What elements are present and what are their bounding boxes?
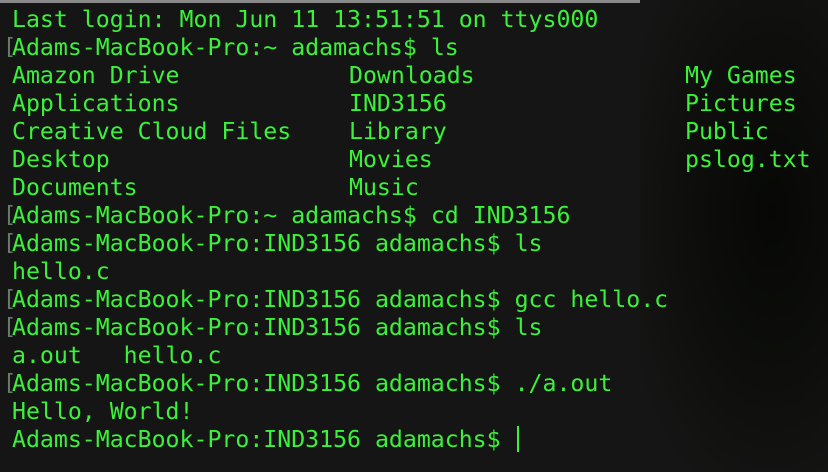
text-cursor xyxy=(516,426,519,452)
terminal-output[interactable]: Last login: Mon Jun 11 13:51:51 on ttys0… xyxy=(3,6,811,454)
ls-entry: Movies xyxy=(349,146,433,173)
prompt-line: [Adams-MacBook-Pro:IND3156 adamachs$ ls xyxy=(3,230,668,258)
ls-entry: Downloads xyxy=(349,62,475,89)
ls-entry: Public xyxy=(685,118,769,145)
prompt: Adams-MacBook-Pro:IND3156 adamachs$ xyxy=(12,230,515,257)
prompt: Adams-MacBook-Pro:IND3156 adamachs$ xyxy=(12,286,515,313)
prompt-mark: [ xyxy=(3,315,17,340)
command: cd IND3156 xyxy=(430,202,571,229)
ls-entry: Pictures xyxy=(685,90,797,117)
ls-entry: Desktop xyxy=(12,146,110,173)
prompt: Adams-MacBook-Pro:IND3156 adamachs$ xyxy=(12,370,515,397)
command: ls xyxy=(514,230,543,257)
ls-entry: Amazon Drive xyxy=(12,62,180,89)
prompt-line: [Adams-MacBook-Pro:~ adamachs$ ls xyxy=(3,34,668,62)
command: gcc hello.c xyxy=(514,286,669,313)
ls-row: Applications IND3156 Pictures xyxy=(12,90,797,118)
prompt-mark: [ xyxy=(3,371,17,396)
prompt-mark: [ xyxy=(3,203,17,228)
prompt-mark: [ xyxy=(3,287,17,312)
ls-row: Desktop Movies pslog.txt xyxy=(12,146,811,174)
ls-entry: IND3156 xyxy=(349,90,447,117)
prompt-mark: [ xyxy=(3,35,17,60)
prompt-line: [Adams-MacBook-Pro:IND3156 adamachs$ ls xyxy=(3,314,668,342)
last-login-line: Last login: Mon Jun 11 13:51:51 on ttys0… xyxy=(12,6,599,33)
command: ls xyxy=(514,314,543,341)
ls-entry: Music xyxy=(349,174,419,201)
command: ls xyxy=(430,34,459,61)
output-line: a.out hello.c xyxy=(12,342,222,369)
prompt-line: [Adams-MacBook-Pro:~ adamachs$ cd IND315… xyxy=(3,202,668,230)
output-line: Hello, World! xyxy=(12,398,194,425)
prompt: Adams-MacBook-Pro:~ adamachs$ xyxy=(12,34,431,61)
prompt-line: [Adams-MacBook-Pro:IND3156 adamachs$ gcc… xyxy=(3,286,669,314)
prompt-line: [Adams-MacBook-Pro:IND3156 adamachs$ ./a… xyxy=(3,370,668,398)
ls-entry: Applications xyxy=(12,90,180,117)
ls-entry: pslog.txt xyxy=(685,146,811,173)
output-line: hello.c xyxy=(12,258,110,285)
ls-row: Amazon Drive Downloads My Games xyxy=(12,62,797,90)
ls-entry: My Games xyxy=(685,62,797,89)
command: ./a.out xyxy=(514,370,613,397)
ls-entry: Documents xyxy=(12,174,138,201)
ls-row: Documents Music xyxy=(12,174,668,202)
prompt-line-current[interactable]: Adams-MacBook-Pro:IND3156 adamachs$ xyxy=(12,426,668,454)
ls-entry: Creative Cloud Files xyxy=(12,118,292,145)
prompt: Adams-MacBook-Pro:IND3156 adamachs$ xyxy=(12,426,515,453)
prompt: Adams-MacBook-Pro:~ adamachs$ xyxy=(12,202,431,229)
ls-entry: Library xyxy=(349,118,447,145)
prompt: Adams-MacBook-Pro:IND3156 adamachs$ xyxy=(12,314,515,341)
prompt-mark: [ xyxy=(3,231,17,256)
ls-row: Creative Cloud Files Library Public xyxy=(12,118,769,146)
